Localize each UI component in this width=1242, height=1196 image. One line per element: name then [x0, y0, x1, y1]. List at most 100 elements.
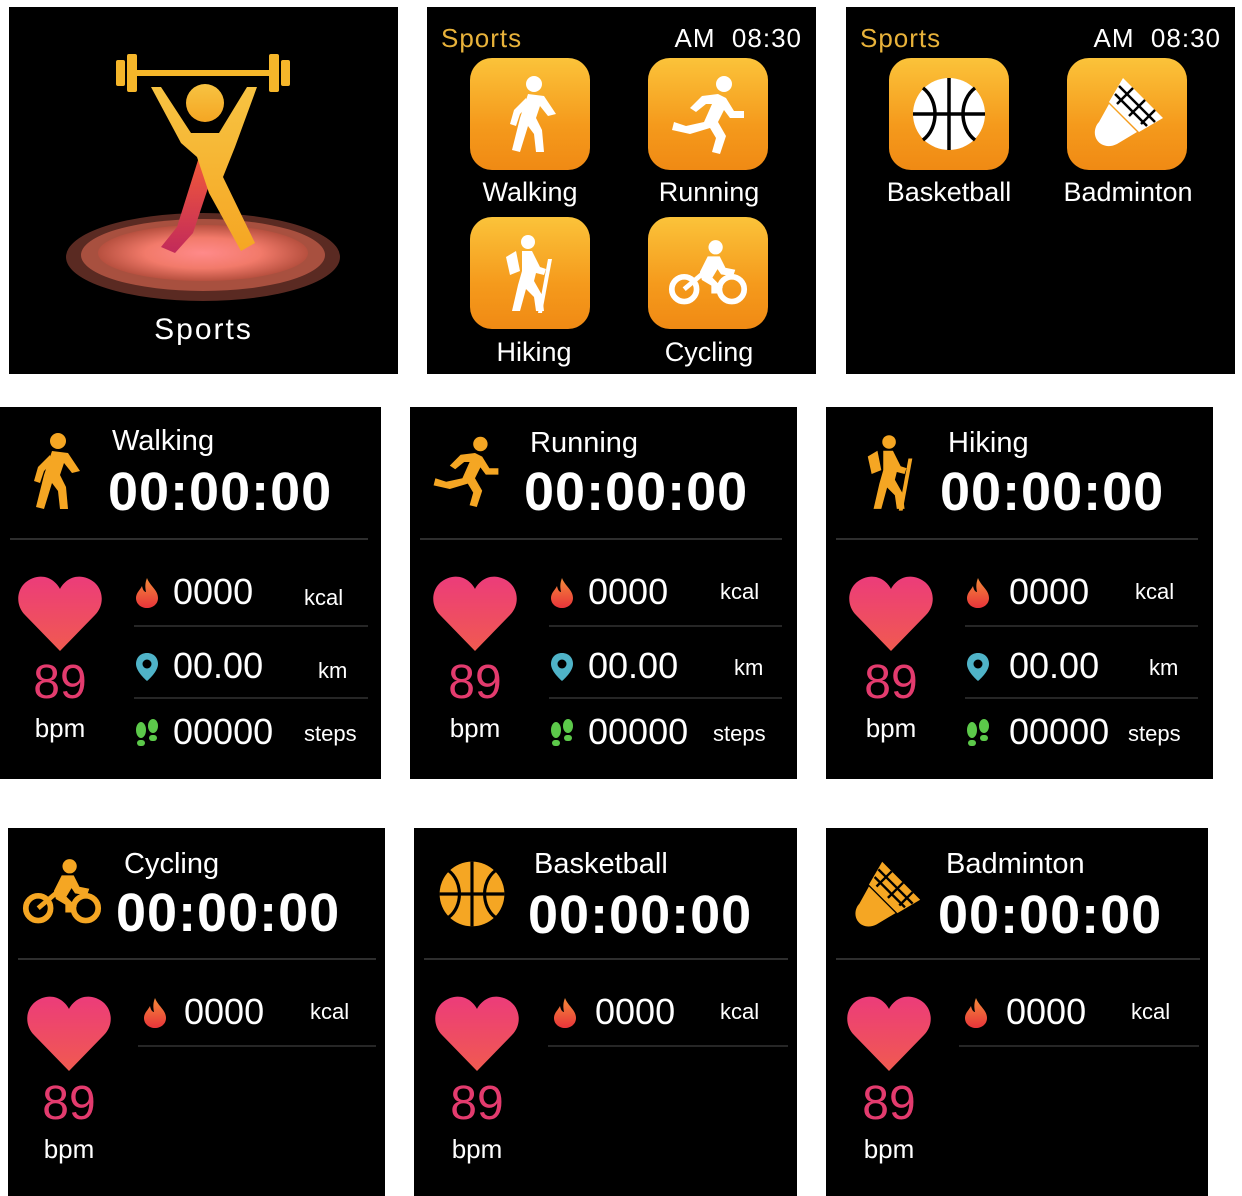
- walking-tile[interactable]: [470, 58, 590, 170]
- calories-value: 0000: [595, 991, 676, 1032]
- heart-rate-value: 89: [33, 656, 87, 709]
- running-label[interactable]: Running: [614, 177, 804, 208]
- calories-unit: kcal: [1131, 999, 1171, 1024]
- divider: [18, 958, 376, 960]
- calories-value: 0000: [184, 991, 265, 1032]
- weightlifter-icon: [66, 54, 340, 301]
- activity-timer: 00:00:00: [940, 462, 1165, 522]
- distance-unit: km: [318, 658, 348, 683]
- hiking-tile[interactable]: [470, 217, 590, 329]
- heart-rate-value: 89: [450, 1077, 504, 1130]
- clock: AM 08:30: [1093, 23, 1221, 53]
- activity-timer: 00:00:00: [938, 885, 1163, 945]
- distance-value: 00.00: [588, 645, 679, 686]
- divider: [965, 625, 1198, 627]
- calories-unit: kcal: [720, 999, 760, 1024]
- calories-value: 0000: [1009, 571, 1090, 612]
- badminton-icon: [848, 858, 924, 934]
- menu-title: Sports: [860, 23, 942, 53]
- heart-rate-value: 89: [864, 656, 918, 709]
- divider: [134, 625, 368, 627]
- cycling-tile[interactable]: [648, 217, 768, 329]
- heart-rate-unit: bpm: [43, 1134, 95, 1164]
- distance-value: 00.00: [1009, 645, 1100, 686]
- divider: [959, 1045, 1199, 1047]
- sports-menu-page-1: Sports AM 08:30 Walking Running Hiking C…: [427, 7, 816, 374]
- flame-icon: [549, 578, 575, 608]
- heart-rate-value: 89: [42, 1077, 96, 1130]
- running-icon: [430, 433, 502, 509]
- walking-label[interactable]: Walking: [435, 177, 625, 208]
- divider: [549, 625, 782, 627]
- hiking-icon: [490, 233, 570, 313]
- badminton-icon: [1087, 74, 1167, 154]
- activity-screen-running: Running 00:00:00 89 bpm 0000 kcal 00.00 …: [410, 407, 797, 779]
- divider: [424, 958, 788, 960]
- calories-unit: kcal: [310, 999, 350, 1024]
- sports-menu-page-2: Sports AM 08:30 Basketball Badminton: [846, 7, 1235, 374]
- clock: AM 08:30: [674, 23, 802, 53]
- divider: [836, 958, 1200, 960]
- activity-screen-hiking: Hiking 00:00:00 89 bpm 0000 kcal 00.00 k…: [826, 407, 1213, 779]
- heart-icon: [846, 995, 932, 1071]
- cycling-label[interactable]: Cycling: [614, 337, 804, 368]
- flame-icon: [963, 998, 989, 1028]
- sports-launcher-label: Sports: [154, 313, 253, 346]
- distance-unit: km: [1149, 655, 1179, 680]
- activity-screen-walking: Walking 00:00:00 89 bpm 0000 kcal 00.00 …: [0, 407, 381, 779]
- heart-rate-unit: bpm: [449, 713, 501, 743]
- footsteps-icon: [549, 719, 575, 749]
- walking-icon: [22, 431, 86, 511]
- calories-value: 0000: [173, 571, 254, 612]
- steps-unit: steps: [304, 721, 357, 746]
- basketball-label[interactable]: Basketball: [854, 177, 1044, 208]
- divider: [10, 538, 368, 540]
- calories-unit: kcal: [304, 585, 344, 610]
- distance-value: 00.00: [173, 645, 264, 686]
- heart-icon: [434, 995, 520, 1071]
- cycling-icon: [668, 233, 748, 313]
- divider: [548, 1045, 788, 1047]
- heart-rate-value: 89: [448, 656, 502, 709]
- location-pin-icon: [549, 652, 575, 682]
- heart-icon: [848, 575, 934, 651]
- running-tile[interactable]: [648, 58, 768, 170]
- badminton-label[interactable]: Badminton: [1033, 177, 1223, 208]
- divider: [420, 538, 782, 540]
- heart-rate-unit: bpm: [451, 1134, 503, 1164]
- activity-timer: 00:00:00: [524, 462, 749, 522]
- walking-icon: [490, 74, 570, 154]
- location-pin-icon: [134, 652, 160, 682]
- activity-timer: 00:00:00: [108, 462, 333, 522]
- running-icon: [668, 74, 748, 154]
- divider: [549, 697, 782, 699]
- basketball-tile[interactable]: [889, 58, 1009, 170]
- activity-name: Cycling: [124, 848, 220, 880]
- activity-name: Walking: [112, 425, 215, 457]
- calories-unit: kcal: [720, 579, 760, 604]
- basketball-icon: [909, 74, 989, 154]
- steps-value: 00000: [1009, 711, 1110, 752]
- footsteps-icon: [965, 719, 991, 749]
- hiking-label[interactable]: Hiking: [439, 337, 629, 368]
- steps-value: 00000: [173, 711, 274, 752]
- sports-launcher-panel[interactable]: Sports: [9, 7, 398, 374]
- activity-name: Badminton: [946, 848, 1085, 880]
- flame-icon: [142, 998, 168, 1028]
- flame-icon: [965, 578, 991, 608]
- heart-rate-unit: bpm: [863, 1134, 915, 1164]
- activity-name: Hiking: [948, 427, 1029, 459]
- calories-value: 0000: [588, 571, 669, 612]
- flame-icon: [134, 578, 160, 608]
- activity-screen-basketball: Basketball 00:00:00 89 bpm 0000 kcal: [414, 828, 797, 1196]
- calories-value: 0000: [1006, 991, 1087, 1032]
- menu-title: Sports: [441, 23, 523, 53]
- steps-value: 00000: [588, 711, 689, 752]
- badminton-tile[interactable]: [1067, 58, 1187, 170]
- hiking-icon: [860, 433, 922, 511]
- divider: [836, 538, 1198, 540]
- heart-icon: [26, 995, 112, 1071]
- activity-timer: 00:00:00: [116, 883, 341, 943]
- basketball-icon: [436, 858, 508, 930]
- heart-rate-unit: bpm: [865, 713, 917, 743]
